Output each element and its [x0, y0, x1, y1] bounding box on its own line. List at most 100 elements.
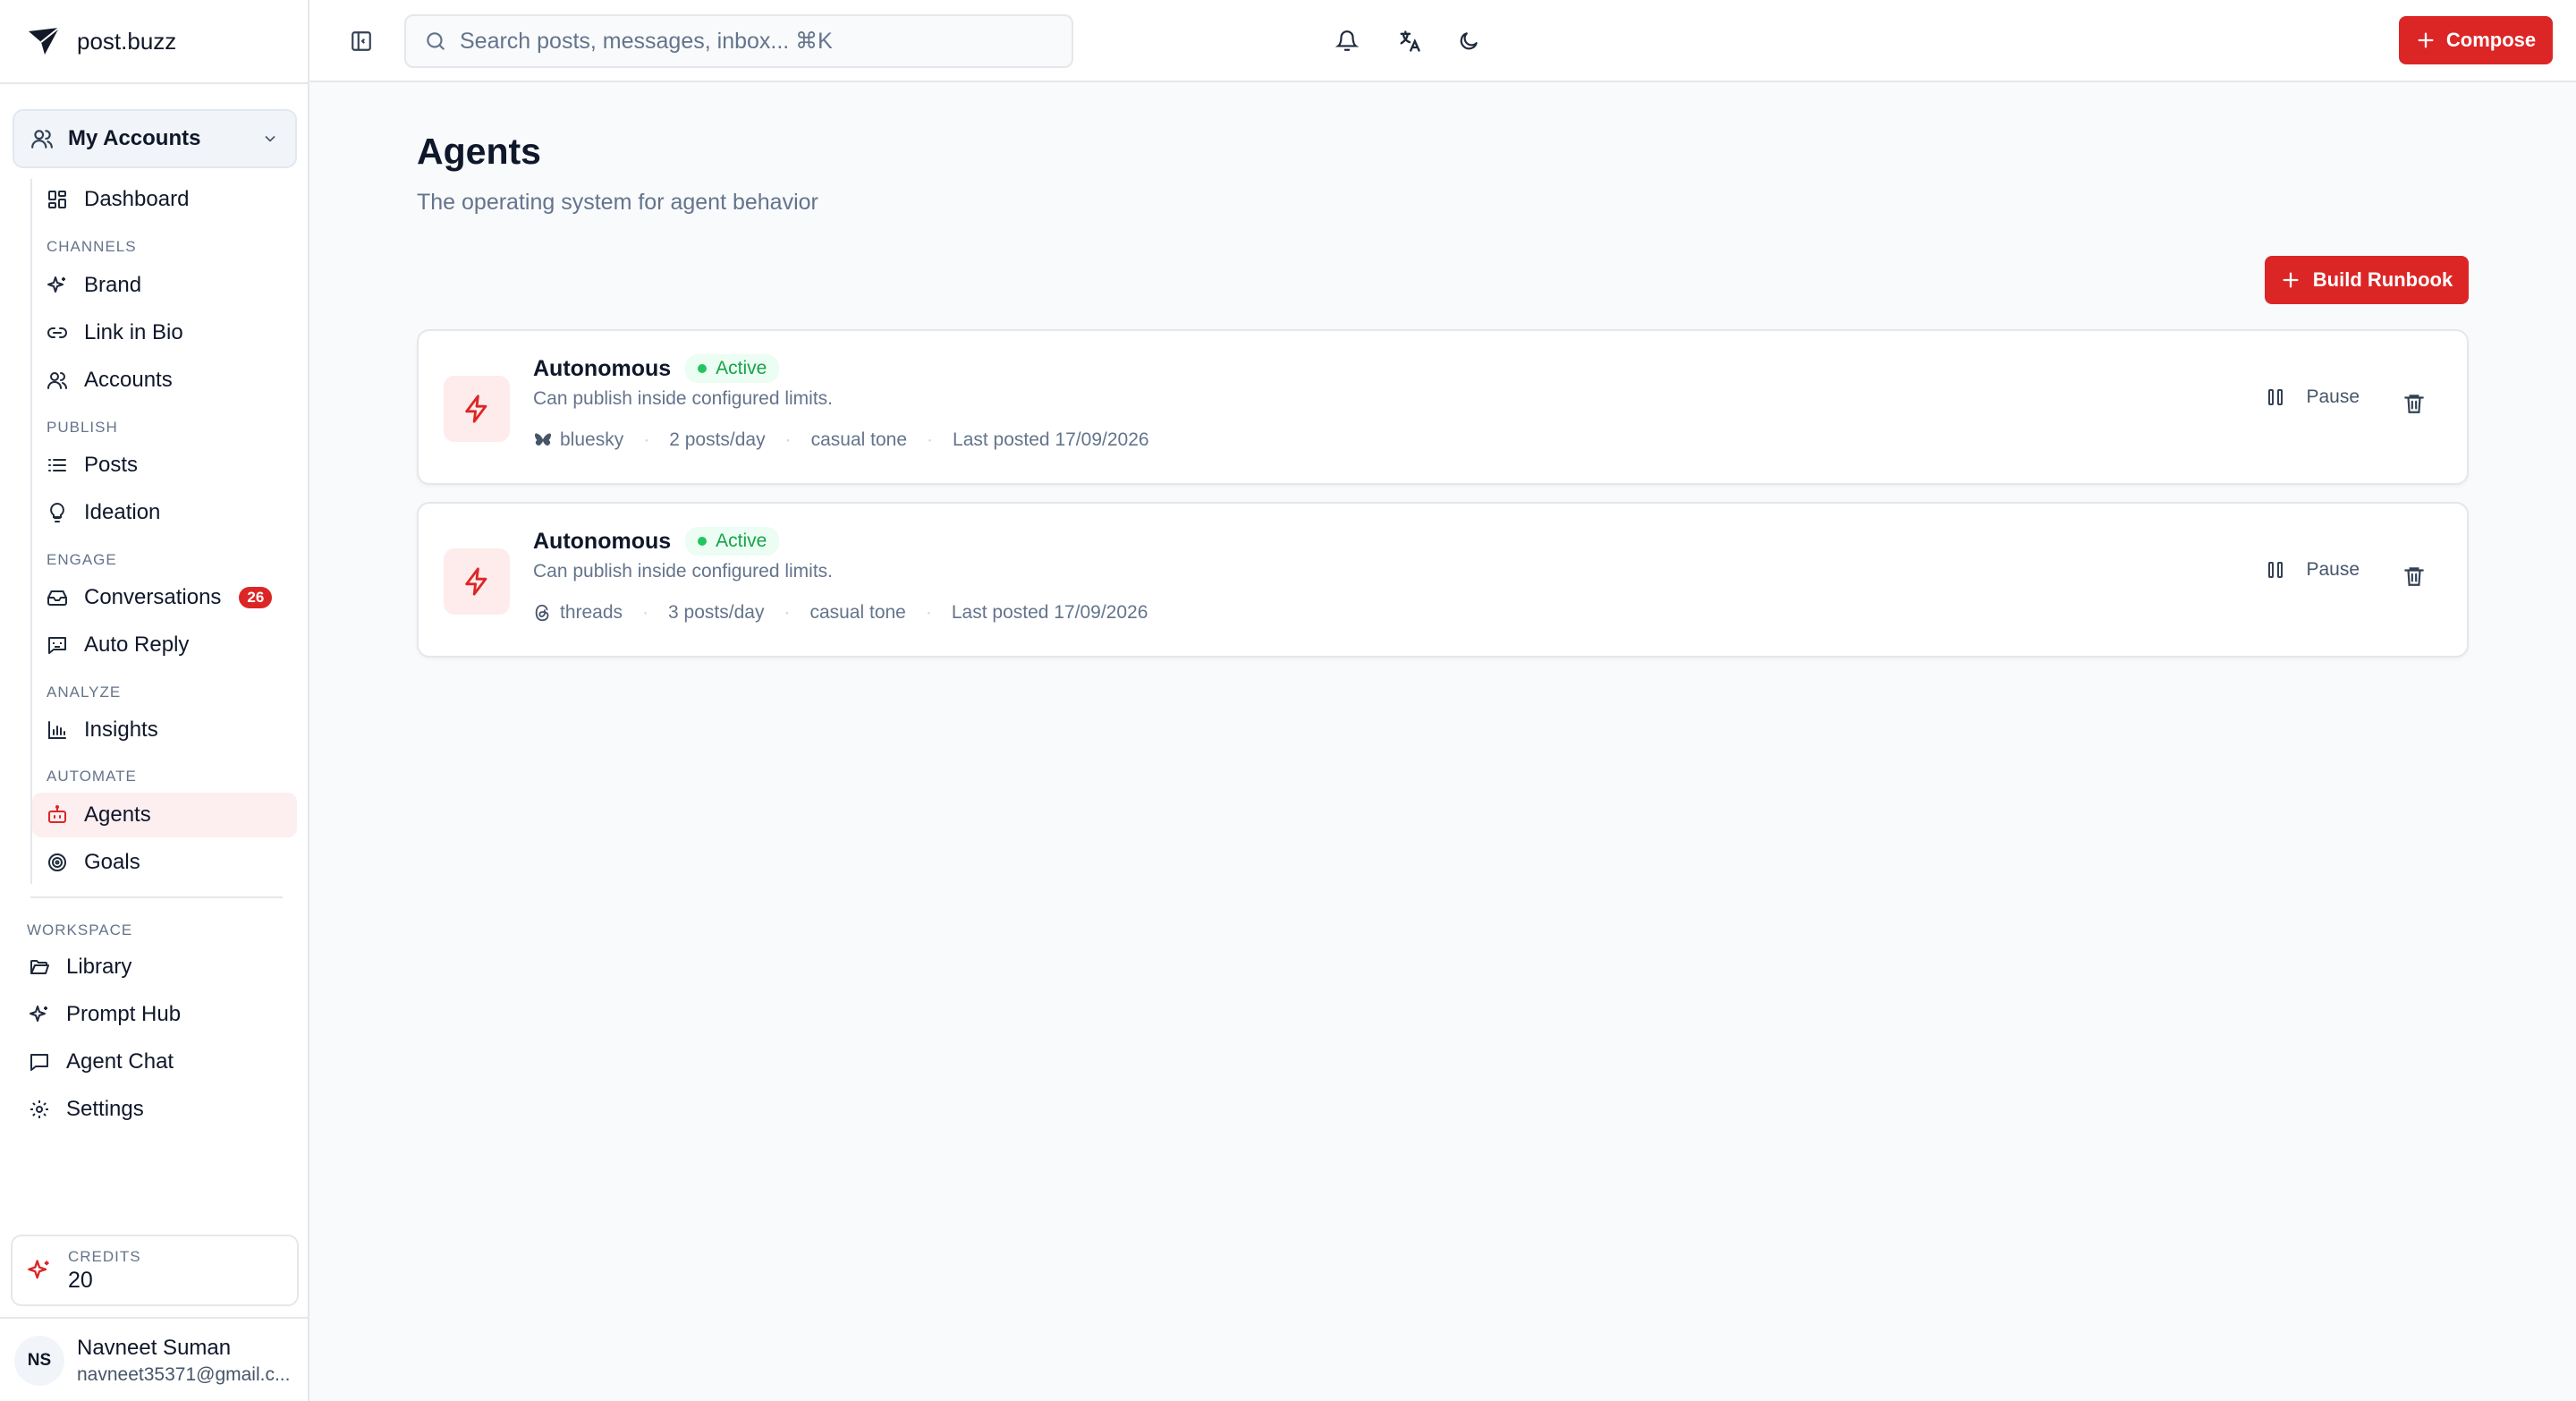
section-label-engage: ENGAGE — [47, 551, 117, 568]
chat-bubble-icon — [27, 1049, 52, 1074]
paper-plane-logo-icon — [27, 26, 61, 56]
section-label-channels: CHANNELS — [47, 238, 137, 255]
sidebar-item-label: Goals — [84, 850, 140, 874]
language-button[interactable] — [1394, 25, 1426, 57]
sidebar-item-goals[interactable]: Goals — [32, 840, 297, 885]
butterfly-icon — [533, 430, 553, 450]
sidebar-item-label: Brand — [84, 273, 142, 297]
credits-label: CREDITS — [68, 1247, 141, 1265]
build-runbook-label: Build Runbook — [2312, 268, 2453, 291]
page-subtitle: The operating system for agent behavior — [417, 190, 818, 215]
build-runbook-button[interactable]: Build Runbook — [2265, 256, 2469, 304]
sidebar-item-agent-chat[interactable]: Agent Chat — [13, 1040, 297, 1084]
sidebar-item-dashboard[interactable]: Dashboard — [32, 177, 297, 222]
sidebar-item-auto-reply[interactable]: Auto Reply — [32, 623, 297, 667]
notifications-button[interactable] — [1331, 25, 1363, 57]
bar-chart-icon — [45, 717, 70, 743]
sidebar-item-settings[interactable]: Settings — [13, 1087, 297, 1132]
section-label-workspace: WORKSPACE — [27, 921, 133, 938]
bolt-icon — [444, 376, 510, 442]
threads-icon — [533, 603, 553, 623]
account-switcher-label: My Accounts — [68, 126, 201, 150]
sidebar-item-label: Insights — [84, 717, 158, 742]
platform-label: bluesky — [560, 429, 624, 450]
lightbulb-icon — [45, 500, 70, 525]
users-icon — [30, 127, 54, 150]
sidebar-item-conversations[interactable]: Conversations 26 — [32, 575, 297, 620]
credits-card[interactable]: CREDITS 20 — [11, 1235, 299, 1306]
bot-icon — [45, 802, 70, 828]
pause-label: Pause — [2306, 386, 2360, 407]
pause-icon — [2265, 559, 2286, 581]
avatar: NS — [14, 1336, 64, 1386]
sidebar-item-label: Library — [66, 955, 132, 979]
sidebar-item-prompt-hub[interactable]: Prompt Hub — [13, 992, 297, 1037]
sidebar-item-link-in-bio[interactable]: Link in Bio — [32, 310, 297, 355]
sidebar-item-label: Settings — [66, 1097, 144, 1121]
pause-label: Pause — [2306, 559, 2360, 580]
pause-icon — [2265, 386, 2286, 408]
sidebar-toggle-icon — [350, 30, 373, 53]
bell-icon — [1335, 30, 1359, 53]
sidebar-item-library[interactable]: Library — [13, 945, 297, 989]
trash-icon — [2402, 565, 2426, 588]
divider — [0, 1317, 308, 1319]
agent-card[interactable]: Autonomous Active Can publish inside con… — [417, 329, 2469, 485]
user-profile[interactable]: NS Navneet Suman navneet35371@gmail.c... — [14, 1331, 290, 1390]
pause-button[interactable]: Pause — [2265, 559, 2360, 581]
agent-last-posted: Last posted 17/09/2026 — [951, 602, 1148, 623]
status-badge: Active — [685, 354, 780, 383]
bolt-icon — [444, 548, 510, 615]
folder-open-icon — [27, 955, 52, 980]
delete-button[interactable] — [2401, 390, 2428, 417]
agent-description: Can publish inside configured limits. — [533, 388, 834, 409]
search-bar[interactable] — [404, 14, 1073, 68]
topbar: Compose — [309, 0, 2576, 82]
delete-button[interactable] — [2401, 563, 2428, 590]
plus-icon — [2416, 30, 2436, 50]
brand[interactable]: post.buzz — [27, 23, 176, 59]
inbox-icon — [45, 585, 70, 610]
status-badge: Active — [685, 527, 780, 556]
search-input[interactable] — [460, 28, 1050, 55]
sidebar-item-label: Ideation — [84, 500, 161, 524]
dashboard-icon — [45, 187, 70, 212]
agent-tone: casual tone — [810, 429, 908, 450]
sidebar-item-label: Auto Reply — [84, 633, 190, 657]
compose-button[interactable]: Compose — [2399, 16, 2553, 64]
trash-icon — [2402, 392, 2426, 415]
agent-tone: casual tone — [809, 602, 906, 623]
account-switcher[interactable]: My Accounts — [13, 109, 297, 168]
agent-description: Can publish inside configured limits. — [533, 561, 834, 582]
agent-card[interactable]: Autonomous Active Can publish inside con… — [417, 502, 2469, 658]
count-badge: 26 — [239, 587, 273, 608]
translate-icon — [1397, 29, 1422, 54]
sidebar-item-insights[interactable]: Insights — [32, 708, 297, 752]
chevron-down-icon — [261, 130, 279, 148]
sidebar-item-accounts[interactable]: Accounts — [32, 358, 297, 403]
theme-toggle-button[interactable] — [1453, 25, 1485, 57]
credits-value: 20 — [68, 1267, 93, 1293]
sidebar-toggle-button[interactable] — [345, 25, 377, 57]
sidebar-item-ideation[interactable]: Ideation — [32, 490, 297, 535]
sidebar-item-brand[interactable]: Brand — [32, 263, 297, 308]
compose-label: Compose — [2445, 29, 2537, 51]
plus-icon — [2281, 270, 2301, 290]
sidebar-item-posts[interactable]: Posts — [32, 443, 297, 488]
search-icon — [424, 30, 447, 53]
section-label-publish: PUBLISH — [47, 419, 118, 436]
agent-frequency: 2 posts/day — [669, 429, 766, 450]
divider — [30, 896, 283, 898]
agent-meta: threads · 3 posts/day · casual tone · La… — [533, 602, 1148, 624]
pause-button[interactable]: Pause — [2265, 386, 2360, 408]
app-name: post.buzz — [77, 27, 177, 55]
users-icon — [45, 368, 70, 393]
divider — [0, 82, 308, 84]
agent-frequency: 3 posts/day — [668, 602, 765, 623]
message-bot-icon — [45, 633, 70, 658]
page-title: Agents — [417, 131, 541, 172]
sidebar-item-agents[interactable]: Agents — [32, 793, 297, 837]
moon-icon — [1457, 30, 1480, 53]
target-icon — [45, 850, 70, 875]
section-label-analyze: ANALYZE — [47, 684, 122, 700]
